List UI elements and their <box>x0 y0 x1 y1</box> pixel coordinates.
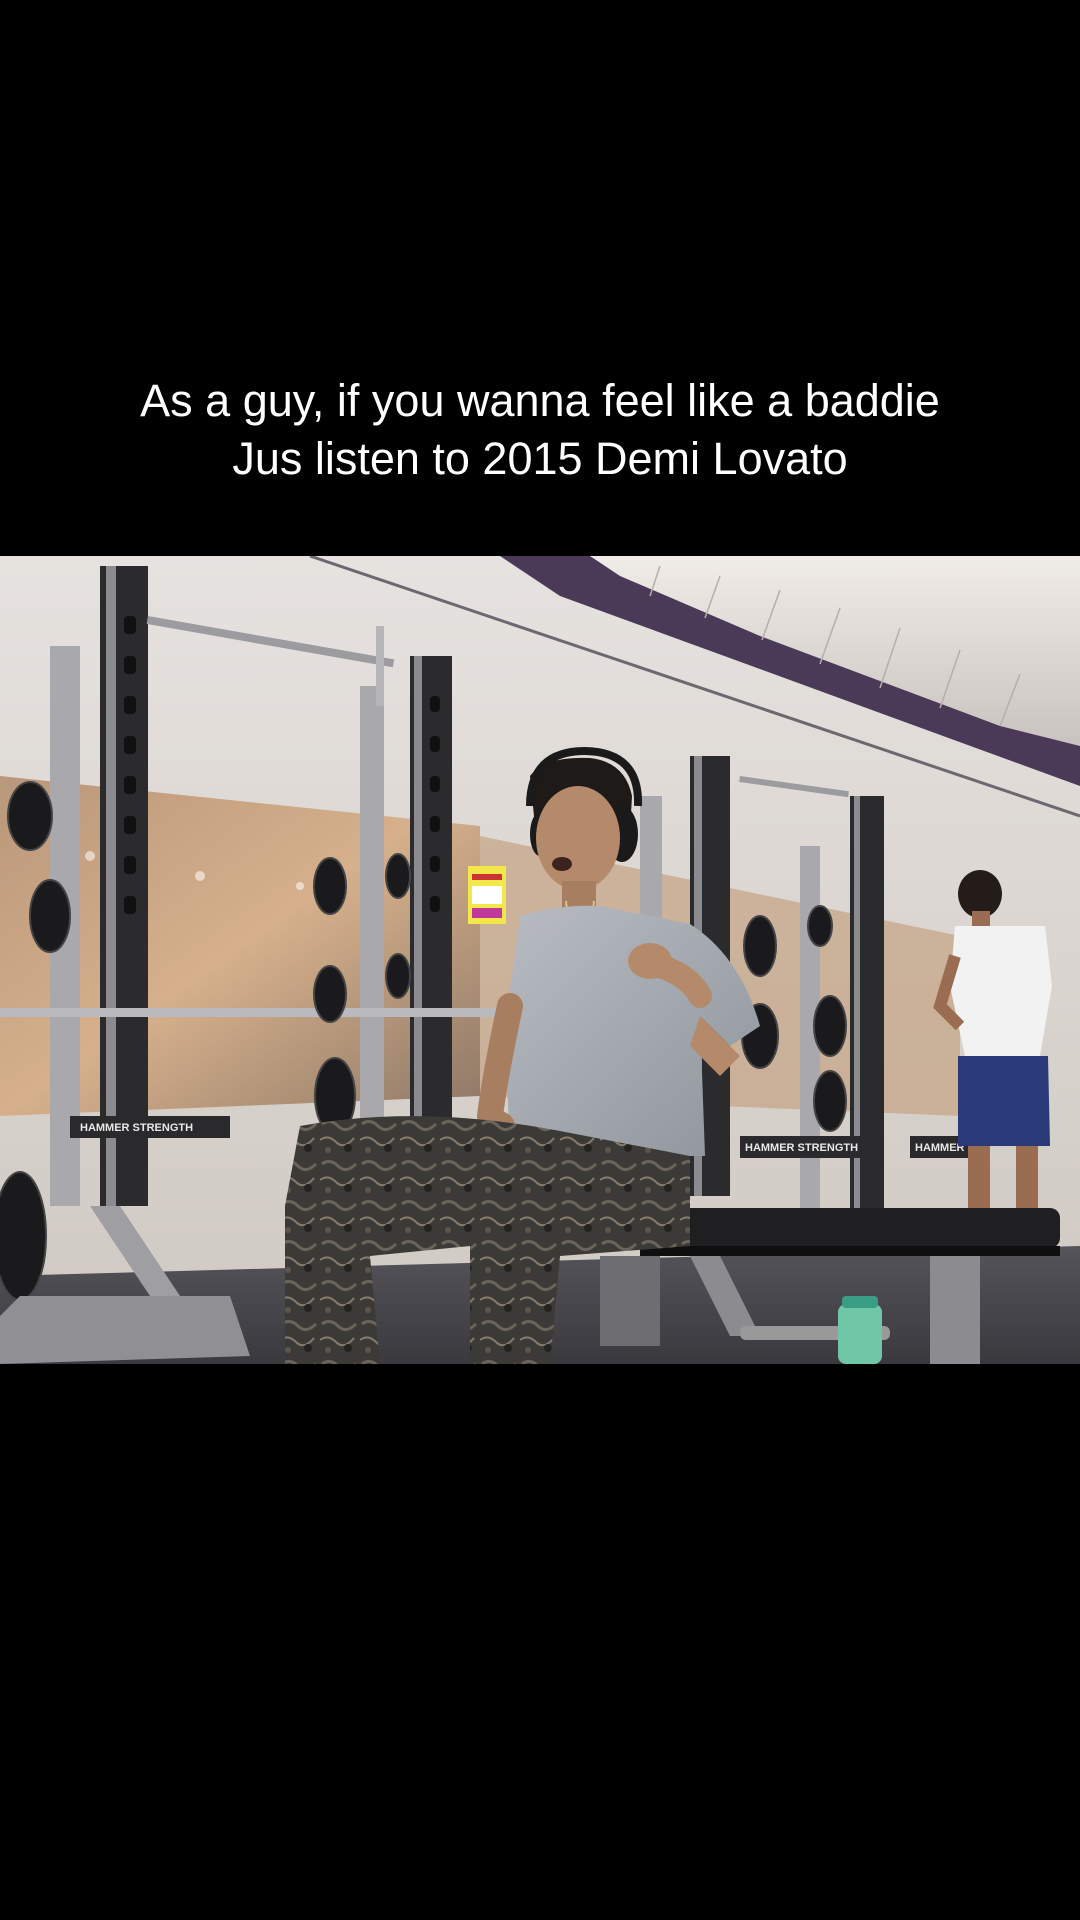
gym-scene-image: HAMMER STRENGTH HAMMER STRENGTH HAMMER S <box>0 556 1080 1364</box>
caption-line-2: Jus listen to 2015 Demi Lovato <box>232 433 848 484</box>
rack-label-left: HAMMER STRENGTH <box>80 1122 193 1134</box>
caption-overlay: As a guy, if you wanna feel like a baddi… <box>0 372 1080 488</box>
rack-label-center: HAMMER STRENGTH <box>745 1142 858 1154</box>
caption-line-1: As a guy, if you wanna feel like a baddi… <box>140 375 940 426</box>
video-frame[interactable]: HAMMER STRENGTH HAMMER STRENGTH HAMMER S <box>0 556 1080 1364</box>
